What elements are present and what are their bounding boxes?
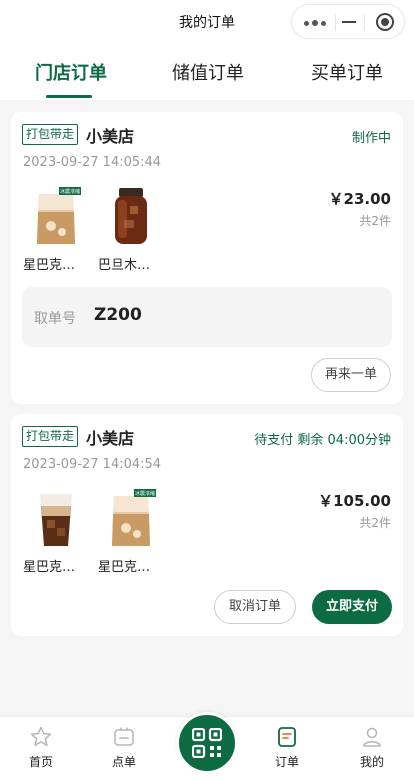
tabbar-label: 点单 [111, 755, 136, 769]
pay-now-button[interactable]: 立即支付 [312, 590, 392, 624]
product-tag: 冰震浓缩 [135, 490, 155, 497]
tab-stored-value-orders[interactable]: 储值订单 [172, 59, 244, 85]
pickup-code-box: 取单号 Z200 [22, 287, 392, 347]
cold-brew-jar-icon [106, 186, 156, 246]
qr-code-icon [192, 728, 222, 758]
scan-qr-button[interactable] [176, 712, 238, 774]
order-status: 制作中 [351, 131, 391, 146]
mini-program-capsule [291, 4, 405, 39]
product-tag: 冰震浓缩 [60, 188, 80, 195]
order-item: 巴旦木… [98, 186, 162, 273]
star-icon [29, 725, 53, 749]
iced-latte-bag-icon: 冰震浓缩 [31, 186, 81, 246]
cancel-order-button[interactable]: 取消订单 [214, 590, 296, 624]
item-name: 星巴克… [98, 560, 151, 575]
order-type-badge: 打包带走 [22, 426, 79, 447]
tabbar-item-profile[interactable]: 我的 [342, 725, 402, 770]
divider [335, 14, 336, 31]
order-card[interactable]: 打包带走 小美店 制作中 2023-09-27 14:05:44 冰震浓缩 星巴… [11, 112, 403, 404]
item-name: 星巴克… [23, 258, 76, 273]
tabbar-label: 我的 [359, 755, 384, 769]
tab-store-orders[interactable]: 门店订单 [35, 59, 107, 85]
active-tab-indicator [46, 95, 92, 98]
title-bar: 我的订单 [0, 0, 414, 44]
iced-coffee-cup-icon [31, 488, 81, 548]
item-name: 巴旦木… [98, 258, 151, 273]
store-name: 小美店 [86, 429, 135, 448]
pickup-label: 取单号 [34, 311, 76, 327]
order-list-icon [275, 725, 299, 749]
divider [364, 14, 365, 31]
tabbar-item-home[interactable]: 首页 [11, 725, 71, 770]
more-icon[interactable] [304, 20, 326, 26]
order-status: 待支付 剩余 04:00分钟 [254, 433, 391, 448]
order-price: ￥105.00 [318, 492, 391, 510]
order-time: 2023-09-27 14:04:54 [23, 457, 162, 472]
reorder-button[interactable]: 再来一单 [311, 358, 391, 392]
pickup-code: Z200 [94, 305, 142, 325]
tabbar-label: 首页 [28, 755, 53, 769]
store-name: 小美店 [86, 127, 135, 146]
iced-latte-bag-icon: 冰震浓缩 [106, 488, 156, 548]
order-item: 星巴克… [23, 488, 87, 575]
order-card[interactable]: 打包带走 小美店 待支付 剩余 04:00分钟 2023-09-27 14:04… [11, 414, 403, 636]
item-count: 共2件 [359, 214, 391, 228]
tabbar-label: 订单 [274, 755, 299, 769]
item-count: 共2件 [359, 516, 391, 530]
tab-pay-bill-orders[interactable]: 买单订单 [311, 59, 383, 85]
order-price: ￥23.00 [328, 190, 391, 208]
order-item: 冰震浓缩 星巴克… [23, 186, 87, 273]
minimize-icon[interactable] [342, 21, 356, 23]
order-item: 冰震浓缩 星巴克… [98, 488, 162, 575]
order-tabs: 门店订单 储值订单 买单订单 [0, 44, 414, 100]
user-icon [360, 725, 384, 749]
tabbar-item-menu[interactable]: 点单 [94, 725, 154, 770]
close-target-icon[interactable] [376, 13, 394, 31]
item-name: 星巴克… [23, 560, 76, 575]
order-time: 2023-09-27 14:05:44 [23, 155, 162, 170]
tabbar-item-orders[interactable]: 订单 [257, 725, 317, 770]
order-type-badge: 打包带走 [22, 124, 79, 145]
order-menu-icon [112, 725, 136, 749]
